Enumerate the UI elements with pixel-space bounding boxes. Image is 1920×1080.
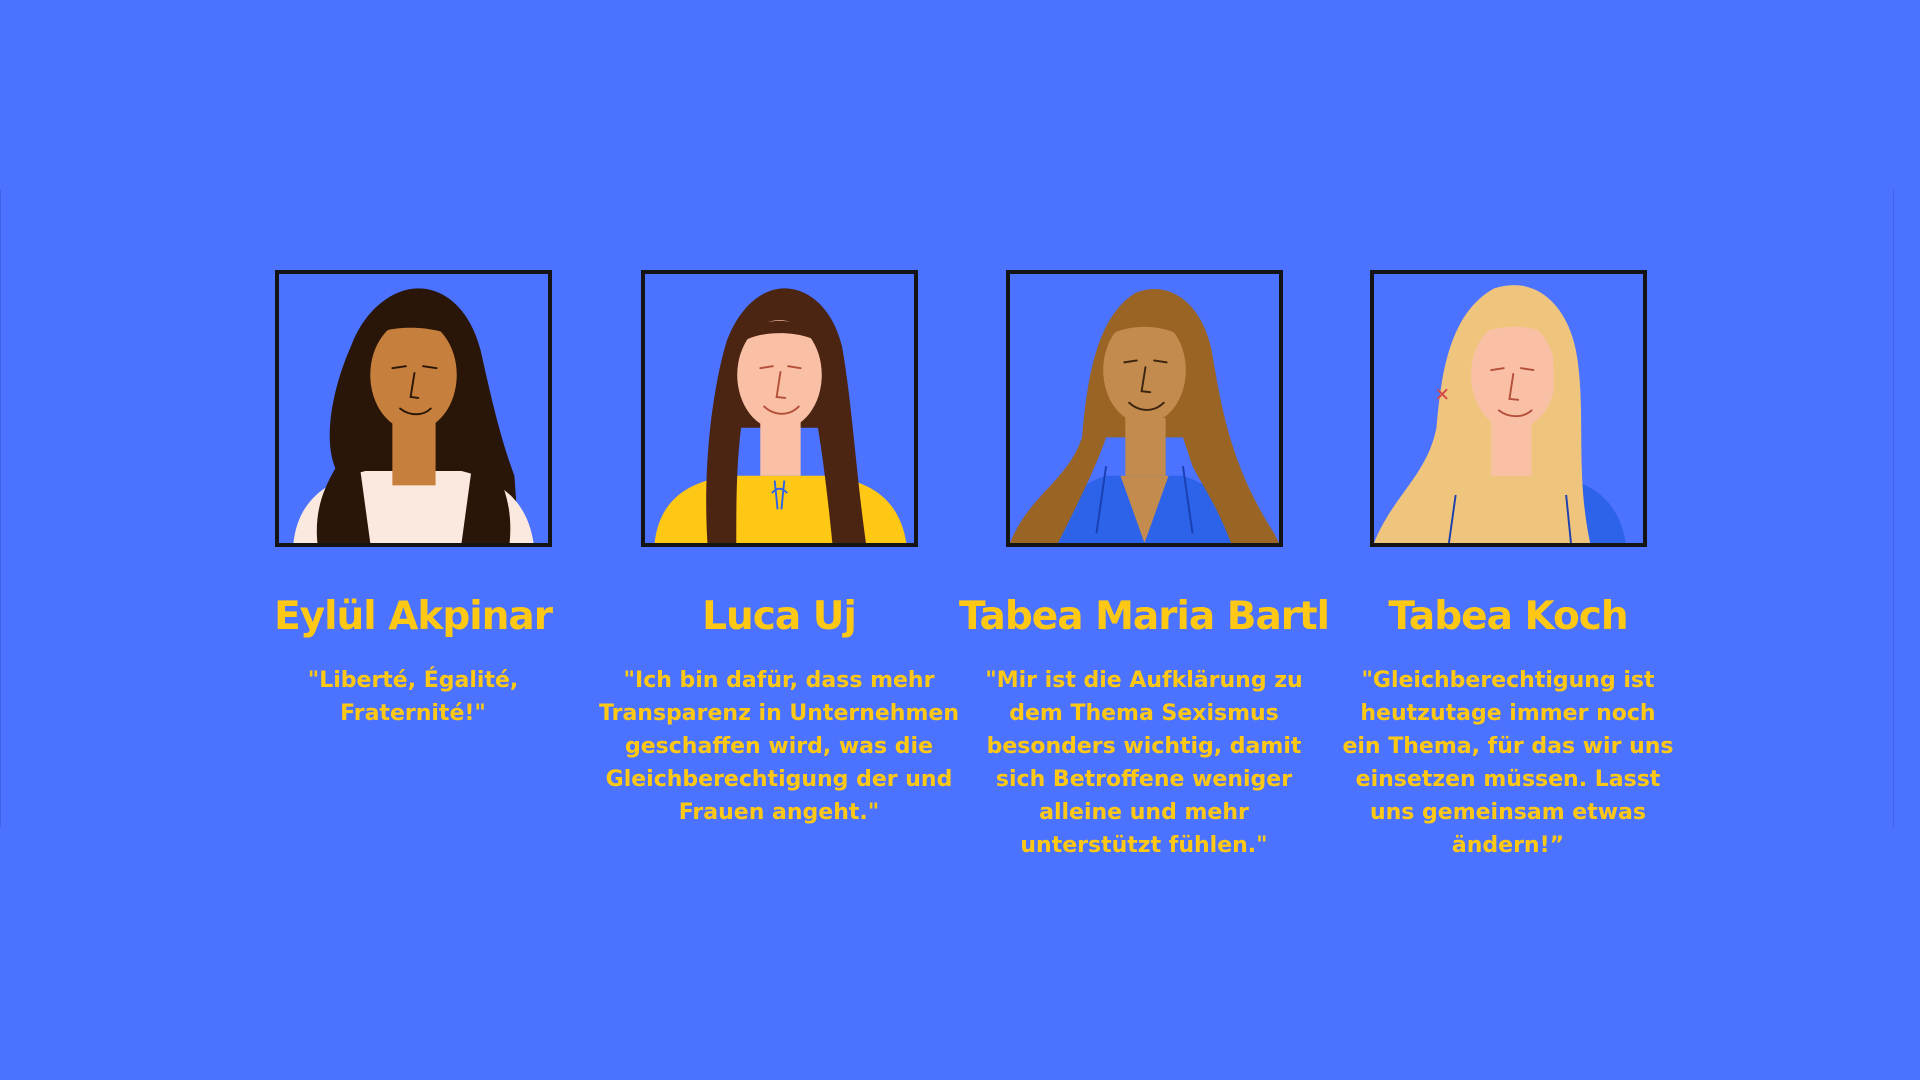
team-member-card: Tabea Koch "Gleichberechtigung ist heutz… [1328,270,1688,862]
left-edge-line [0,190,1,827]
portrait-illustration-icon [278,274,548,543]
member-name: Tabea Koch [1388,594,1628,639]
portrait-frame [1005,270,1283,547]
team-member-card: Luca Uj "Ich bin dafür, dass mehr Transp… [599,270,959,829]
member-quote: "Liberté, Égalité, Fraternité!" [307,668,519,726]
member-quote: "Mir ist die Aufklärung zu dem Thema Sex… [985,668,1303,858]
portrait-illustration-icon [644,274,914,543]
portrait-frame [274,270,552,547]
member-quote: "Gleichberechtigung ist heutzutage immer… [1342,668,1674,858]
portrait-frame [1369,270,1647,547]
team-member-card: Tabea Maria Bartl "Mir ist die Aufklärun… [959,270,1330,862]
team-member-card: Eylül Akpinar "Liberté, Égalité, Fratern… [233,270,593,730]
member-quote: "Ich bin dafür, dass mehr Transparenz in… [599,668,959,825]
right-edge-line [1893,190,1894,827]
portrait-illustration-icon [1009,274,1279,543]
member-name: Luca Uj [702,594,857,639]
portrait-illustration-icon [1373,274,1643,543]
member-name: Tabea Maria Bartl [958,594,1330,639]
portrait-frame [640,270,918,547]
member-name: Eylül Akpinar [274,594,553,639]
